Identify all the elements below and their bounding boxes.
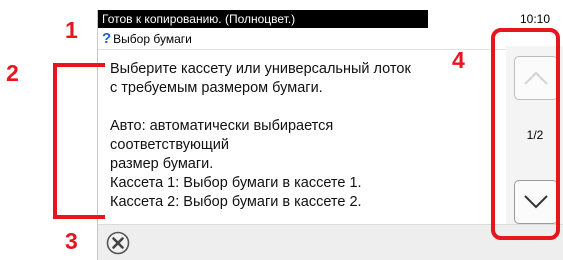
callout-3: 3 (65, 228, 78, 254)
clock: 10:10 (519, 12, 550, 26)
help-line: Выберите кассету или универсальный лоток (110, 61, 411, 77)
status-message: Готов к копированию. (Полноцвет.) (98, 10, 428, 28)
callout-frame (491, 28, 560, 240)
callout-4: 4 (452, 47, 465, 73)
help-line: размер бумаги. (110, 156, 214, 172)
help-line: Авто: автоматически выбирается (110, 118, 334, 134)
callout-2: 2 (6, 60, 19, 86)
help-line: соответствующий (110, 137, 229, 153)
help-icon[interactable]: ? (102, 28, 111, 50)
help-line: Кассета 2: Выбор бумаги в кассете 2. (110, 194, 362, 210)
status-bar: Готов к копированию. (Полноцвет.) 10:10 (98, 10, 563, 28)
callout-bracket (53, 63, 105, 219)
help-text: Выберите кассету или универсальный лоток… (110, 60, 490, 212)
close-button[interactable] (106, 231, 130, 255)
help-line: Кассета 1: Выбор бумаги в кассете 1. (110, 175, 362, 191)
close-icon (106, 231, 130, 255)
help-line: с требуемым размером бумаги. (110, 80, 323, 96)
dialog-title: Выбор бумаги (113, 31, 192, 46)
callout-1: 1 (65, 17, 78, 43)
